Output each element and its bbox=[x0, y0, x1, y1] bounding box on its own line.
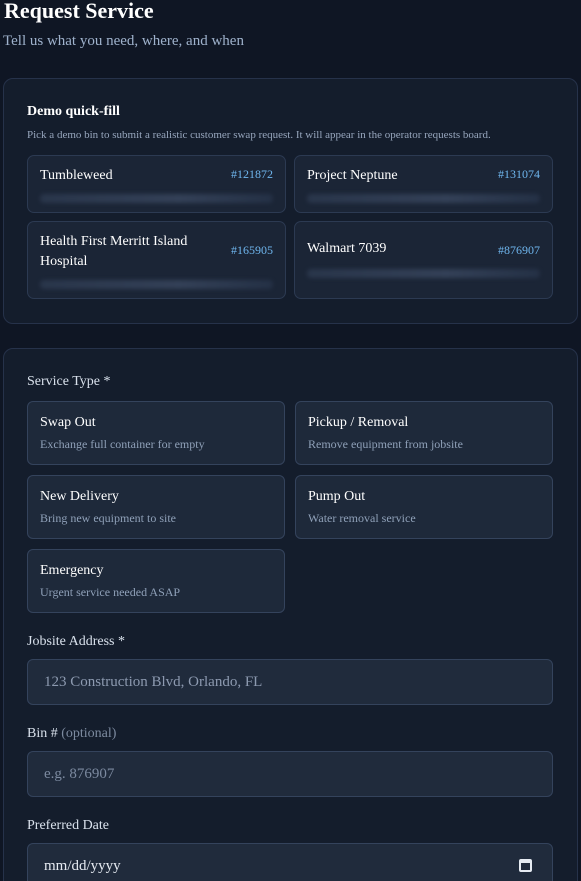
bin-number: #131074 bbox=[498, 167, 540, 181]
page-subtitle: Tell us what you need, where, and when bbox=[3, 33, 244, 49]
service-type-swap-out[interactable]: Swap Out Exchange full container for emp… bbox=[27, 401, 285, 465]
optional-hint: (optional) bbox=[61, 726, 117, 741]
demo-description: Pick a demo bin to submit a realistic cu… bbox=[27, 129, 491, 141]
bin-number-input[interactable] bbox=[27, 751, 553, 797]
service-type-label: Service Type * bbox=[27, 374, 111, 389]
jobsite-address-label: Jobsite Address * bbox=[27, 634, 125, 649]
date-placeholder: mm/dd/yyyy bbox=[44, 858, 121, 874]
service-type-pickup-removal[interactable]: Pickup / Removal Remove equipment from j… bbox=[295, 401, 553, 465]
page-title: Request Service bbox=[4, 0, 154, 23]
bin-name: Project Neptune bbox=[307, 168, 398, 183]
service-type-title: Swap Out bbox=[40, 415, 96, 430]
service-type-desc: Water removal service bbox=[308, 511, 416, 525]
bin-name: Health First Merritt Island Hospital bbox=[40, 234, 188, 269]
bin-number: #165905 bbox=[231, 243, 273, 257]
preferred-date-label: Preferred Date bbox=[27, 818, 110, 833]
jobsite-address-input[interactable] bbox=[27, 659, 553, 705]
service-type-desc: Urgent service needed ASAP bbox=[40, 585, 181, 599]
service-type-title: New Delivery bbox=[40, 489, 119, 504]
service-type-emergency[interactable]: Emergency Urgent service needed ASAP bbox=[27, 549, 285, 613]
bin-number: #876907 bbox=[498, 243, 540, 257]
calendar-icon[interactable] bbox=[519, 859, 532, 872]
service-type-title: Pickup / Removal bbox=[308, 415, 409, 430]
service-type-desc: Bring new equipment to site bbox=[40, 511, 176, 525]
service-type-pump-out[interactable]: Pump Out Water removal service bbox=[295, 475, 553, 539]
demo-quick-fill-panel: Demo quick-fill Pick a demo bin to submi… bbox=[3, 78, 578, 324]
bin-address-blurred bbox=[307, 269, 540, 278]
service-request-form: Service Type * Swap Out Exchange full co… bbox=[3, 348, 578, 881]
bin-label-text: Bin # bbox=[27, 726, 58, 741]
bin-number-label: Bin # (optional) bbox=[27, 726, 116, 742]
demo-bin-card[interactable]: Health First Merritt Island Hospital #16… bbox=[27, 221, 286, 299]
demo-title: Demo quick-fill bbox=[27, 104, 120, 119]
bin-name: Tumbleweed bbox=[40, 168, 113, 183]
demo-bin-card[interactable]: Walmart 7039 #876907 bbox=[294, 221, 553, 299]
bin-address-blurred bbox=[40, 194, 273, 203]
bin-name: Walmart 7039 bbox=[307, 241, 387, 256]
service-type-new-delivery[interactable]: New Delivery Bring new equipment to site bbox=[27, 475, 285, 539]
preferred-date-input[interactable]: mm/dd/yyyy bbox=[27, 843, 553, 881]
bin-address-blurred bbox=[307, 194, 540, 203]
demo-bin-card[interactable]: Project Neptune #131074 bbox=[294, 155, 553, 213]
service-type-desc: Remove equipment from jobsite bbox=[308, 437, 463, 451]
service-type-title: Pump Out bbox=[308, 489, 366, 504]
demo-bin-card[interactable]: Tumbleweed #121872 bbox=[27, 155, 286, 213]
bin-number: #121872 bbox=[231, 167, 273, 181]
service-type-desc: Exchange full container for empty bbox=[40, 437, 205, 451]
request-service-page: Request Service Tell us what you need, w… bbox=[0, 0, 581, 881]
bin-address-blurred bbox=[40, 280, 273, 289]
service-type-title: Emergency bbox=[40, 563, 104, 578]
